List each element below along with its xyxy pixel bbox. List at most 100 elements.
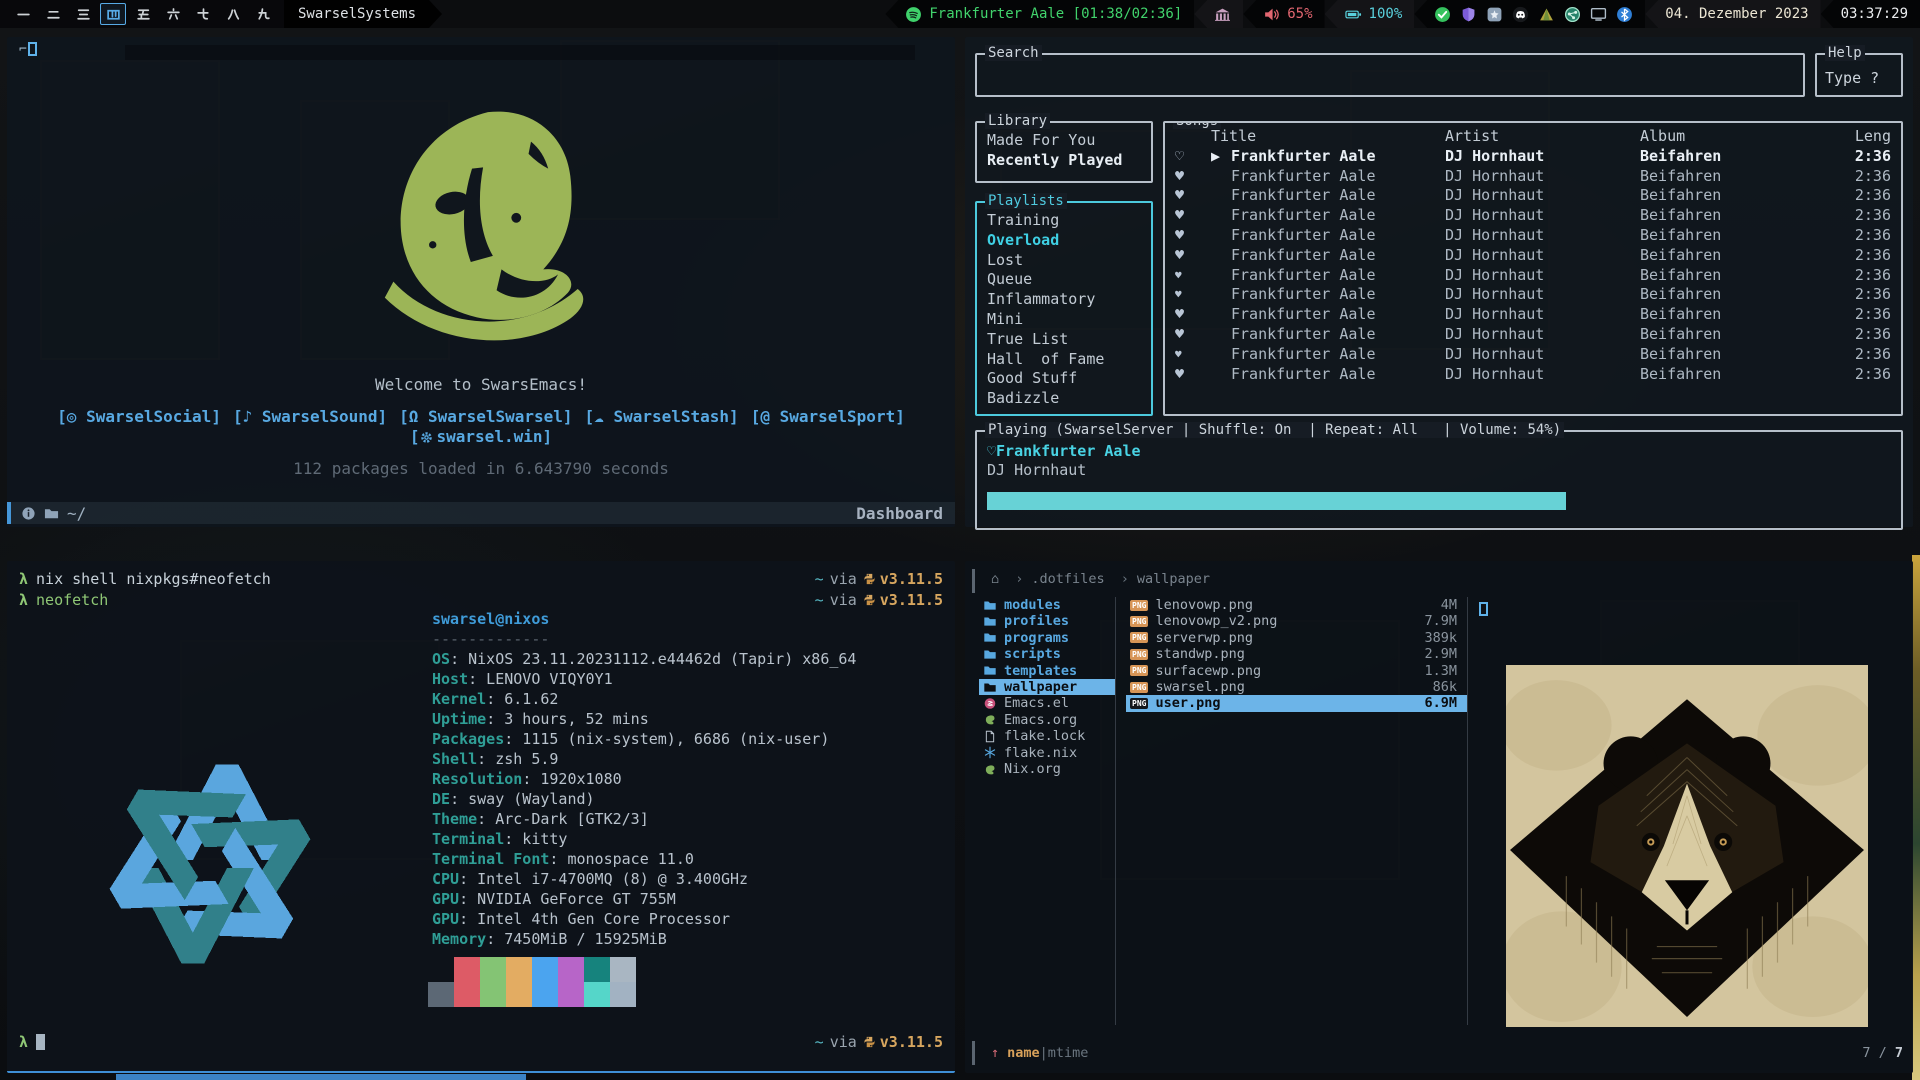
file-row[interactable]: profiles	[979, 613, 1115, 629]
song-row[interactable]: ♥ Frankfurter Aale DJ Hornhaut Beifahren…	[1165, 186, 1901, 206]
sort-direction-icon[interactable]: ↑	[991, 1045, 999, 1061]
updates-ok-icon[interactable]	[1434, 6, 1451, 23]
palette-swatch	[428, 982, 454, 1007]
file-row[interactable]: scripts	[979, 646, 1115, 662]
workspace-button[interactable]	[10, 3, 36, 25]
volume-widget[interactable]: 65%	[1243, 0, 1324, 28]
sort-primary-key[interactable]: name	[1007, 1045, 1040, 1061]
breadcrumb-part[interactable]: .dotfiles	[1031, 571, 1104, 587]
file-row[interactable]: flake.lock	[979, 728, 1115, 744]
favorite-heart-icon[interactable]: ♥	[1175, 285, 1211, 305]
workspace-numeral-icon	[46, 7, 61, 22]
seek-bar[interactable]	[987, 492, 1891, 510]
song-row[interactable]: ♥ Frankfurter Aale DJ Hornhaut Beifahren…	[1165, 325, 1901, 345]
library-item[interactable]: Made For You	[987, 131, 1141, 151]
breadcrumb-part[interactable]: wallpaper	[1137, 571, 1210, 587]
file-row[interactable]: wallpaper	[979, 679, 1115, 695]
song-row[interactable]: ♥ Frankfurter Aale DJ Hornhaut Beifahren…	[1165, 266, 1901, 286]
favorite-heart-icon[interactable]: ♡	[1175, 147, 1211, 167]
file-row[interactable]: PNG serverwp.png 389k	[1126, 630, 1467, 646]
file-row[interactable]: modules	[979, 597, 1115, 613]
favorite-heart-icon[interactable]: ♥	[1175, 365, 1211, 385]
battery-widget[interactable]: 100%	[1325, 0, 1415, 28]
png-badge-icon: PNG	[1130, 698, 1148, 709]
favorite-heart-icon[interactable]: ♥	[1175, 305, 1211, 325]
favorite-heart-icon[interactable]: ♥	[1175, 266, 1211, 286]
display-tray-icon[interactable]	[1590, 6, 1607, 23]
file-row[interactable]: PNG swarsel.png 86k	[1126, 679, 1467, 695]
playlist-item[interactable]: Training	[987, 211, 1141, 231]
song-row[interactable]: ♥ Frankfurter Aale DJ Hornhaut Beifahren…	[1165, 226, 1901, 246]
song-row[interactable]: ♥ Frankfurter Aale DJ Hornhaut Beifahren…	[1165, 246, 1901, 266]
song-row[interactable]: ♥ Frankfurter Aale DJ Hornhaut Beifahren…	[1165, 206, 1901, 226]
emacs-header-strip	[125, 45, 915, 60]
dashboard-link[interactable]: [@ SwarselSport]	[751, 407, 905, 426]
favorite-heart-icon[interactable]: ♥	[1175, 206, 1211, 226]
now-playing-widget[interactable]: Frankfurter Aale [01:38/02:36]	[885, 0, 1194, 28]
workspace-button[interactable]	[40, 3, 66, 25]
favorite-heart-icon[interactable]: ♥	[1175, 345, 1211, 365]
file-row[interactable]: PNG lenovowp_v2.png 7.9M	[1126, 613, 1467, 629]
idle-inhibitor-widget[interactable]	[1194, 0, 1243, 28]
favorite-heart-icon[interactable]: ♥	[1175, 325, 1211, 345]
playlist-item[interactable]: Hall of Fame	[987, 350, 1141, 370]
workspace-button[interactable]	[160, 3, 186, 25]
song-row[interactable]: ♥ Frankfurter Aale DJ Hornhaut Beifahren…	[1165, 365, 1901, 385]
shell-prompt[interactable]: λ	[19, 1033, 45, 1051]
favorite-heart-icon[interactable]: ♥	[1175, 226, 1211, 246]
neofetch-info-row: Resolution: 1920x1080	[432, 769, 856, 789]
favorite-heart-icon[interactable]: ♥	[1175, 186, 1211, 206]
file-type-icon	[983, 664, 997, 677]
workspace-button[interactable]	[220, 3, 246, 25]
song-row[interactable]: ♥ Frankfurter Aale DJ Hornhaut Beifahren…	[1165, 167, 1901, 187]
shield-tray-icon[interactable]	[1460, 6, 1477, 23]
dashboard-domain-link[interactable]: [ swarsel.win]	[7, 427, 955, 446]
playlist-item[interactable]: Lost	[987, 251, 1141, 271]
sort-secondary-key[interactable]: mtime	[1048, 1045, 1089, 1061]
playlist-item[interactable]: Badizzle	[987, 389, 1141, 409]
workspace-button[interactable]	[70, 3, 96, 25]
file-row[interactable]: PNG standwp.png 2.9M	[1126, 646, 1467, 662]
playlist-item[interactable]: Overload	[987, 231, 1141, 251]
file-row[interactable]: programs	[979, 630, 1115, 646]
search-input[interactable]: Search	[975, 53, 1805, 97]
song-row[interactable]: ♥ Frankfurter Aale DJ Hornhaut Beifahren…	[1165, 285, 1901, 305]
playlist-item[interactable]: Queue	[987, 270, 1141, 290]
dashboard-link[interactable]: [♪ SwarselSound]	[233, 407, 387, 426]
palette-swatch	[584, 982, 610, 1007]
file-row[interactable]: templates	[979, 663, 1115, 679]
workspace-button[interactable]	[190, 3, 216, 25]
dashboard-link[interactable]: [☁ SwarselStash]	[585, 407, 739, 426]
discord-tray-icon[interactable]	[1512, 6, 1529, 23]
bluetooth-tray-icon[interactable]	[1616, 6, 1633, 23]
file-row[interactable]: Nix.org	[979, 761, 1115, 777]
heart-icon[interactable]: ♡	[987, 442, 996, 460]
file-row[interactable]: PNG lenovowp.png 4M	[1126, 597, 1467, 613]
workspace-button[interactable]	[130, 3, 156, 25]
playlist-item[interactable]: Inflammatory	[987, 290, 1141, 310]
status-bar: SwarselSystems Frankfurter Aale [01:38/0…	[0, 0, 1920, 28]
workspace-button[interactable]	[250, 3, 276, 25]
song-row[interactable]: ♥ Frankfurter Aale DJ Hornhaut Beifahren…	[1165, 345, 1901, 365]
terminal-window[interactable]: λnix shell nixpkgs#neofetch ~viav3.11.5 …	[7, 561, 955, 1073]
dashboard-link[interactable]: [◎ SwarselSocial]	[57, 407, 221, 426]
song-row[interactable]: ♡ ▶ Frankfurter Aale DJ Hornhaut Beifahr…	[1165, 147, 1901, 167]
favorite-heart-icon[interactable]: ♥	[1175, 246, 1211, 266]
playlist-item[interactable]: True List	[987, 330, 1141, 350]
playlist-item[interactable]: Mini	[987, 310, 1141, 330]
file-row[interactable]: PNG user.png 6.9M	[1126, 695, 1467, 711]
playlist-item[interactable]: Good Stuff	[987, 369, 1141, 389]
vpn-tent-icon[interactable]	[1538, 6, 1555, 23]
file-row[interactable]: Emacs.el	[979, 695, 1115, 711]
dashboard-link[interactable]: [Ω SwarselSwarsel]	[399, 407, 572, 426]
home-icon[interactable]: ⌂	[991, 571, 999, 587]
library-item[interactable]: Recently Played	[987, 151, 1141, 171]
file-row[interactable]: PNG surfacewp.png 1.3M	[1126, 663, 1467, 679]
favorite-heart-icon[interactable]: ♥	[1175, 167, 1211, 187]
file-row[interactable]: Emacs.org	[979, 712, 1115, 728]
syncthing-tray-icon[interactable]	[1564, 6, 1581, 23]
song-row[interactable]: ♥ Frankfurter Aale DJ Hornhaut Beifahren…	[1165, 305, 1901, 325]
file-row[interactable]: flake.nix	[979, 745, 1115, 761]
photos-tray-icon[interactable]	[1486, 6, 1503, 23]
workspace-button[interactable]	[100, 3, 126, 25]
